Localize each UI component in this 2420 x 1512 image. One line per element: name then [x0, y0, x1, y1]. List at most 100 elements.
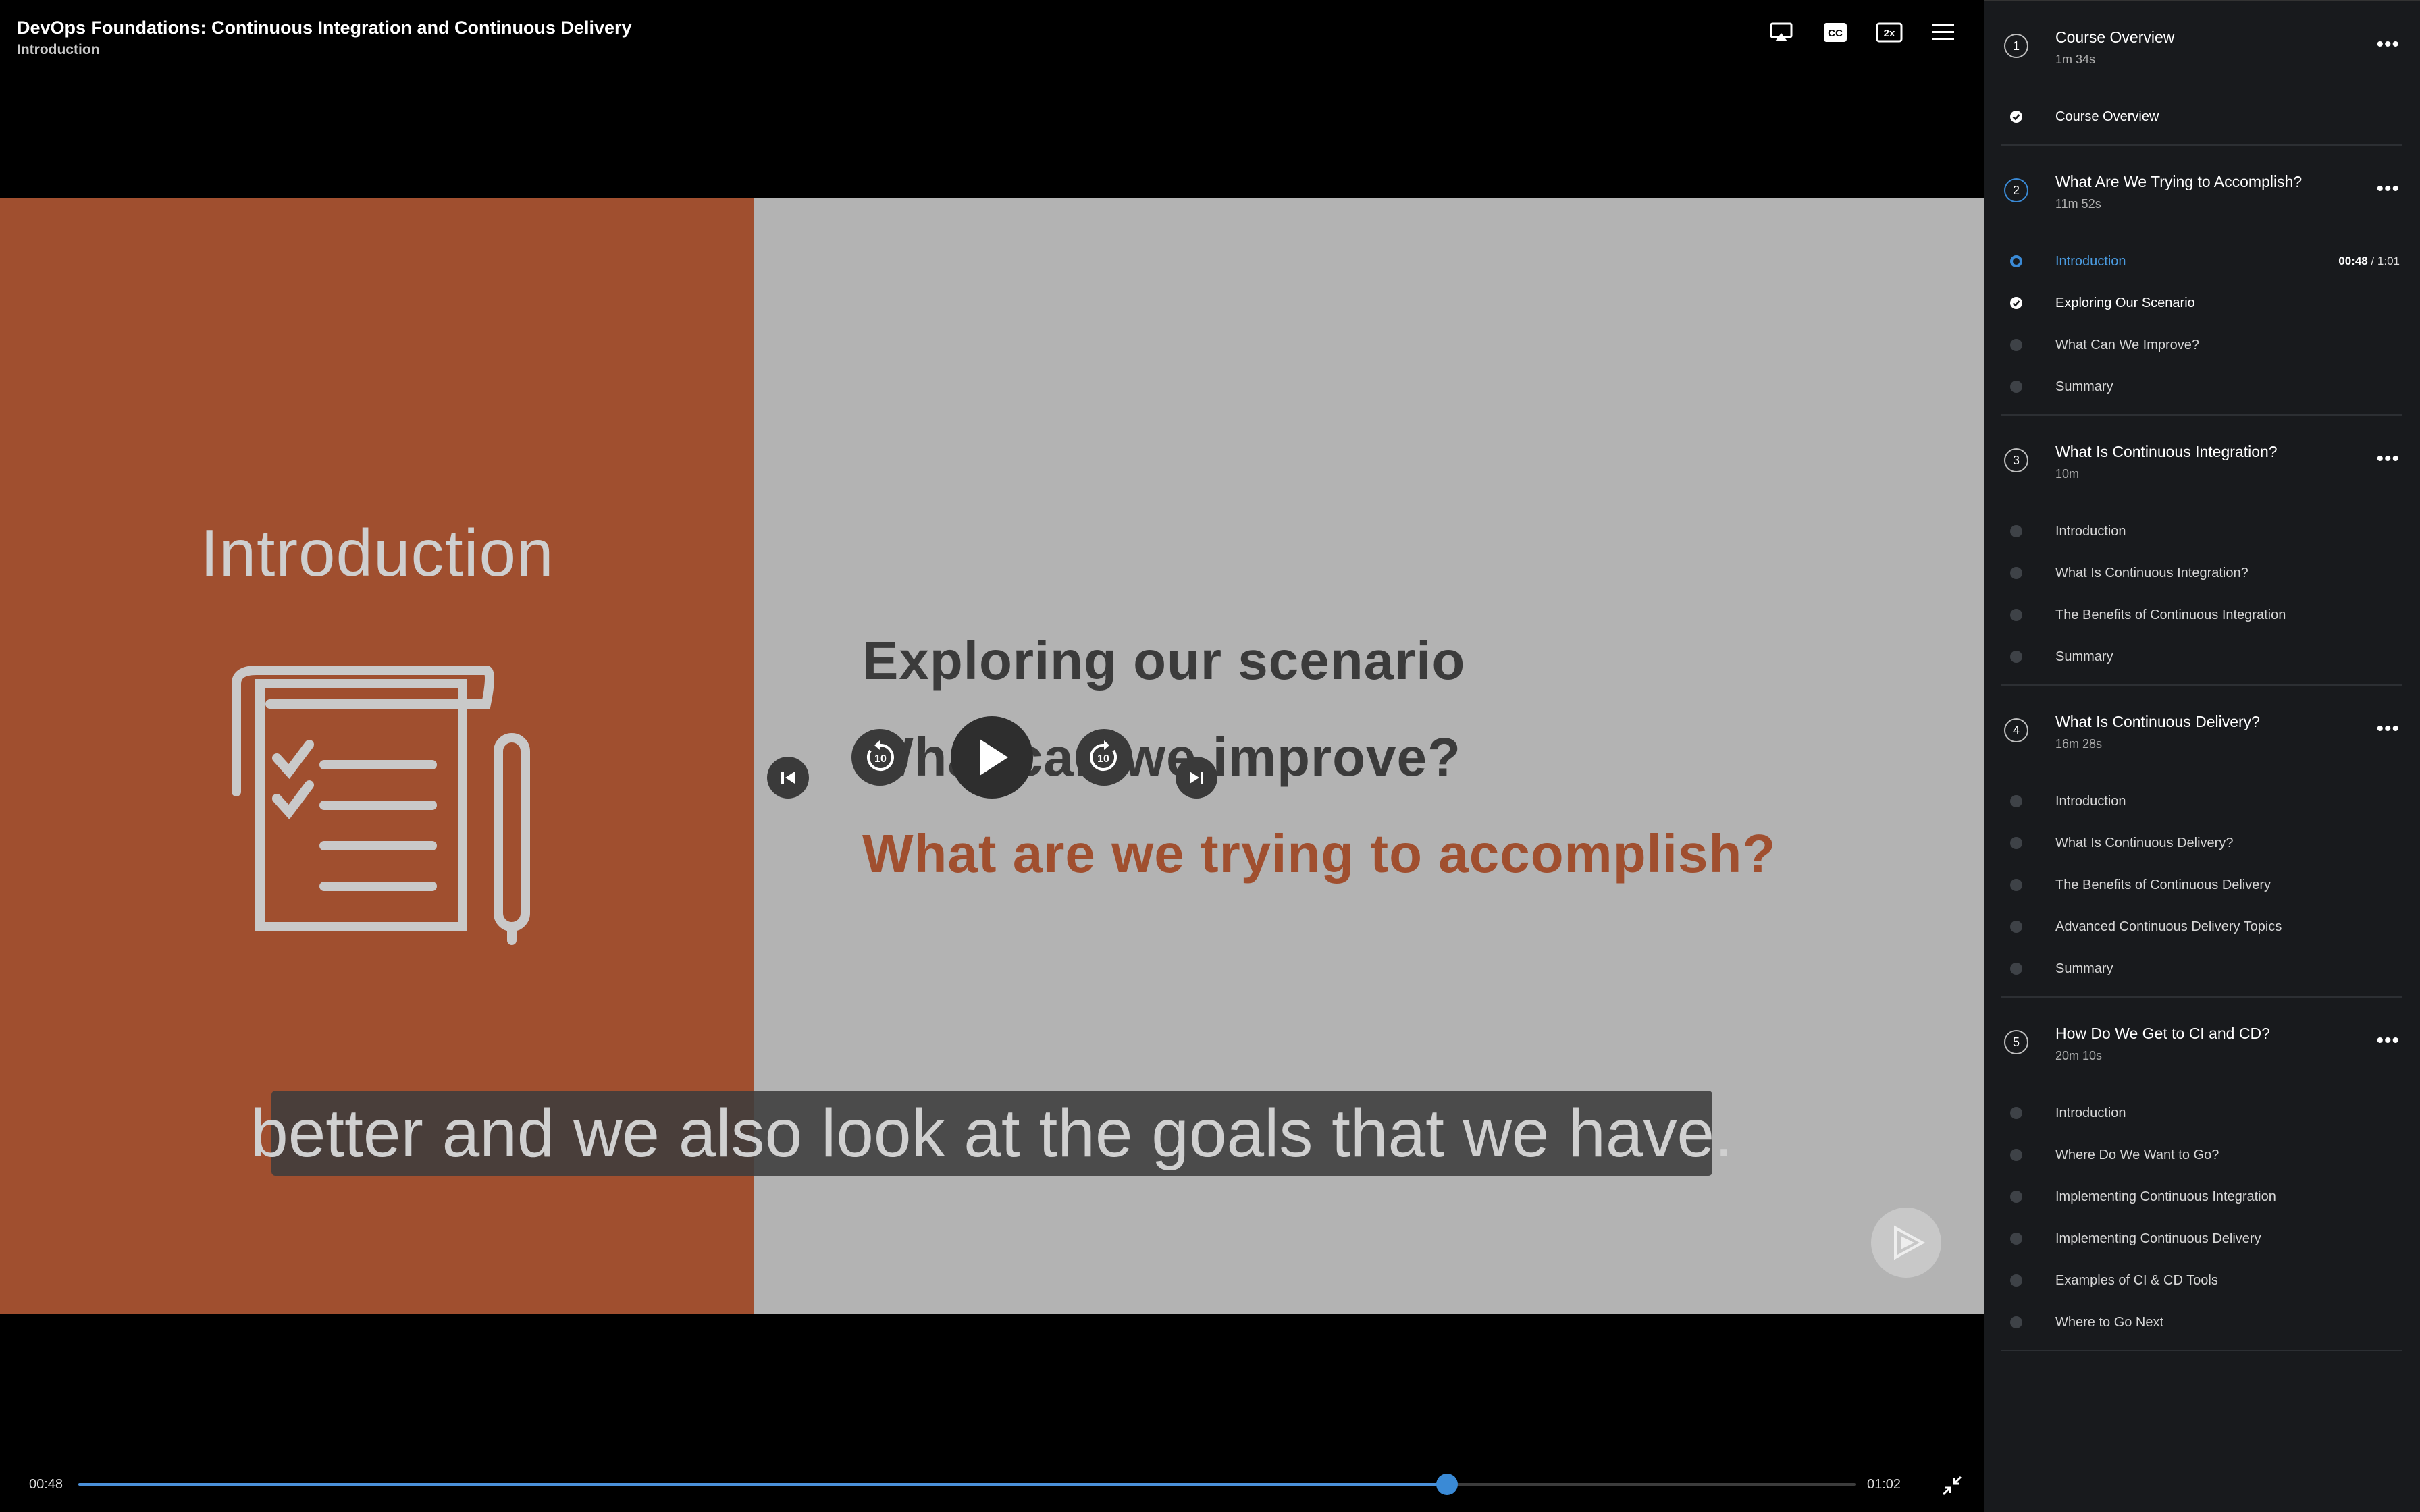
clip-title: Introduction	[2055, 523, 2126, 539]
clip-item[interactable]: Course Overview	[2001, 96, 2402, 138]
clip-item[interactable]: Summary	[2001, 636, 2402, 678]
clip-title: The Benefits of Continuous Integration	[2055, 607, 2286, 622]
module-duration: 20m 10s	[2055, 1049, 2103, 1062]
clip-item[interactable]: Summary	[2001, 366, 2402, 408]
clip-title: Where to Go Next	[2055, 1314, 2164, 1330]
skip-next-icon	[1190, 772, 1203, 784]
clip-item[interactable]: Exploring Our Scenario	[2001, 282, 2402, 324]
module-title: Course Overview	[2055, 28, 2175, 46]
rewind-10-button[interactable]: 10	[851, 729, 908, 786]
clip-item[interactable]: What Is Continuous Integration?	[2001, 552, 2402, 594]
module-number: 4	[2004, 718, 2028, 742]
clip-item[interactable]: Introduction	[2001, 1092, 2402, 1134]
course-title: DevOps Foundations: Continuous Integrati…	[17, 18, 632, 38]
clip-progress-time: 00:48 / 1:01	[2338, 254, 2400, 268]
module-number: 1	[2004, 34, 2028, 58]
module-duration: 16m 28s	[2055, 737, 2103, 751]
more-options-icon[interactable]: •••	[2376, 449, 2400, 469]
pluralsight-logo-icon	[1871, 1208, 1941, 1278]
module-number: 5	[2004, 1030, 2028, 1054]
clip-item[interactable]: Implementing Continuous Delivery	[2001, 1218, 2402, 1260]
clip-item[interactable]: Summary	[2001, 948, 2402, 990]
unwatched-dot-icon	[2010, 1316, 2022, 1328]
clip-item[interactable]: Introduction	[2001, 780, 2402, 822]
unwatched-dot-icon	[2010, 1274, 2022, 1287]
clip-item[interactable]: The Benefits of Continuous Integration	[2001, 594, 2402, 636]
unwatched-dot-icon	[2010, 1233, 2022, 1245]
clip-title: Implementing Continuous Delivery	[2055, 1231, 2261, 1246]
module-header[interactable]: 3 What Is Continuous Integration? 10m •••	[2001, 416, 2402, 510]
clip-title: Where Do We Want to Go?	[2055, 1147, 2219, 1162]
airplay-icon[interactable]	[1768, 19, 1795, 46]
play-icon	[980, 739, 1008, 776]
more-options-icon[interactable]: •••	[2376, 719, 2400, 739]
module-header[interactable]: 2 What Are We Trying to Accomplish? 11m 52…	[2001, 146, 2402, 240]
unwatched-dot-icon	[2010, 567, 2022, 579]
module-header[interactable]: 1 Course Overview 1m 34s •••	[2001, 1, 2402, 96]
play-button[interactable]	[951, 716, 1033, 799]
module-number: 3	[2004, 448, 2028, 473]
unwatched-dot-icon	[2010, 525, 2022, 537]
clip-title: Exploring Our Scenario	[2055, 295, 2195, 310]
clip-current-time: 00:48	[2338, 254, 2368, 267]
clip-title: Introduction	[2055, 1105, 2126, 1120]
module-duration: 1m 34s	[2055, 53, 2096, 66]
clip-item[interactable]: Where Do We Want to Go?	[2001, 1134, 2402, 1176]
clip-time-separator: /	[2367, 254, 2377, 267]
video-player: DevOps Foundations: Continuous Integrati…	[0, 0, 1984, 1512]
clip-item[interactable]: Where to Go Next	[2001, 1301, 2402, 1343]
module-number: 2	[2004, 178, 2028, 202]
module-header[interactable]: 4 What Is Continuous Delivery? 16m 28s •••	[2001, 686, 2402, 780]
progress-bar-area: 00:48 01:02	[0, 1465, 1984, 1505]
module-title: What Is Continuous Integration?	[2055, 443, 2278, 460]
cc-label: CC	[1828, 28, 1843, 39]
previous-clip-button[interactable]	[767, 757, 809, 799]
clip-item[interactable]: What Is Continuous Delivery?	[2001, 822, 2402, 864]
clip-title: Advanced Continuous Delivery Topics	[2055, 919, 2282, 934]
clip-item[interactable]: Introduction 00:48 / 1:01	[2001, 240, 2402, 282]
clip-item[interactable]: Implementing Continuous Integration	[2001, 1176, 2402, 1218]
more-options-icon[interactable]: •••	[2376, 179, 2400, 199]
forward-10-button[interactable]: 10	[1076, 729, 1132, 786]
forward-10-icon: 10	[1090, 740, 1117, 771]
unwatched-dot-icon	[2010, 963, 2022, 975]
unwatched-dot-icon	[2010, 1149, 2022, 1161]
clip-title: Summary	[2055, 961, 2113, 976]
video-frame[interactable]: Introduction Exploring our scenario What…	[0, 198, 1984, 1314]
module-section: 4 What Is Continuous Delivery? 16m 28s ••• I…	[2001, 686, 2402, 998]
unwatched-dot-icon	[2010, 651, 2022, 663]
module-title: What Are We Trying to Accomplish?	[2055, 173, 2303, 190]
module-duration: 10m	[2055, 467, 2080, 481]
clip-item[interactable]: What Can We Improve?	[2001, 324, 2402, 366]
unwatched-dot-icon	[2010, 837, 2022, 849]
player-top-bar: DevOps Foundations: Continuous Integrati…	[0, 0, 1984, 74]
exit-fullscreen-icon	[1942, 1476, 1962, 1496]
unwatched-dot-icon	[2010, 879, 2022, 891]
clip-title: Introduction	[2055, 253, 2126, 269]
closed-captions-icon[interactable]: CC	[1822, 19, 1849, 46]
speed-label: 2x	[1884, 28, 1895, 39]
unwatched-dot-icon	[2010, 921, 2022, 933]
next-clip-button[interactable]	[1176, 757, 1217, 799]
more-options-icon[interactable]: •••	[2376, 1031, 2400, 1051]
seek-track[interactable]	[78, 1474, 1856, 1495]
clip-item[interactable]: Advanced Continuous Delivery Topics	[2001, 906, 2402, 948]
clip-item[interactable]: The Benefits of Continuous Delivery	[2001, 864, 2402, 906]
clip-title: What Is Continuous Integration?	[2055, 565, 2248, 580]
more-options-icon[interactable]: •••	[2376, 34, 2400, 55]
menu-icon[interactable]	[1930, 19, 1957, 46]
skip-previous-icon	[781, 772, 795, 784]
seek-thumb[interactable]	[1436, 1474, 1458, 1495]
clip-item[interactable]: Examples of CI & CD Tools	[2001, 1260, 2402, 1301]
module-header[interactable]: 5 How Do We Get to CI and CD? 20m 10s •••	[2001, 998, 2402, 1092]
clip-item[interactable]: Introduction	[2001, 510, 2402, 552]
clip-title: Introduction	[17, 42, 100, 57]
table-of-contents-sidebar: 1 Course Overview 1m 34s ••• Course Overview…	[1984, 0, 2420, 1512]
player-top-icons: CC 2x	[1768, 19, 1957, 46]
clip-title: Course Overview	[2055, 109, 2159, 124]
module-section: 5 How Do We Get to CI and CD? 20m 10s ••• In…	[2001, 998, 2402, 1351]
closed-caption-text: better and we also look at the goals tha…	[251, 1091, 1733, 1176]
speed-2x-icon[interactable]: 2x	[1876, 19, 1903, 46]
clip-title: The Benefits of Continuous Delivery	[2055, 877, 2271, 892]
exit-fullscreen-button[interactable]	[1939, 1473, 1965, 1498]
